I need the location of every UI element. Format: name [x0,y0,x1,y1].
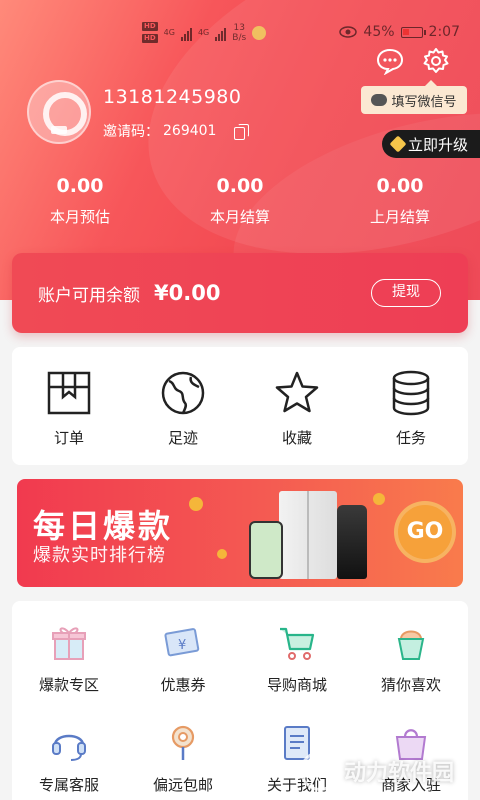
fridge-image [279,491,337,579]
copy-icon[interactable] [234,124,250,140]
service-shopping-mall[interactable]: 导购商城 [240,601,354,701]
user-phone: 13181245980 [103,86,242,108]
signal-icon [180,25,192,41]
quick-menu-label: 任务 [395,429,426,447]
watermark-logo-icon [300,751,340,791]
order-box-icon [47,371,91,415]
service-label: 偏远包邮 [152,776,213,794]
database-icon [392,370,430,416]
stat-value: 0.00 [376,175,424,197]
star-icon [275,371,319,413]
service-label: 导购商城 [266,676,327,694]
withdraw-button[interactable]: 提现 [371,279,441,307]
stat-value: 0.00 [216,175,264,197]
hd-indicators: HD HD [142,22,158,43]
notification-app-icon [252,25,267,40]
battery-percent: 45% [363,24,395,40]
service-customer-support[interactable]: 专属客服 [12,701,126,800]
stat-this-month-estimate[interactable]: 0.00 本月预估 [0,172,160,232]
banner-subtitle: 爆款实时排行榜 [33,545,166,566]
wechat-tip-label: 填写微信号 [391,94,457,110]
svg-text:¥: ¥ [178,638,186,653]
quick-menu: 订单 足迹 收藏 任务 [12,347,468,465]
service-remote-free-shipping[interactable]: 偏远包邮 [126,701,240,800]
location-pin-icon [171,725,195,760]
eye-icon [339,26,358,38]
network-type: 4G [197,28,210,37]
quick-menu-orders[interactable]: 订单 [12,347,126,465]
stat-label: 本月结算 [209,208,270,226]
quick-menu-tasks[interactable]: 任务 [354,347,468,465]
status-bar-right: 45% 2:07 [339,24,460,40]
quick-menu-label: 订单 [53,429,84,447]
headset-icon [52,734,86,761]
watermark: 动力软件园 [300,742,480,800]
coupon-icon: ¥ [164,628,200,657]
service-coupons[interactable]: ¥ 优惠券 [126,601,240,701]
signal-icon [215,25,227,41]
balance-value: ¥0.00 [154,281,221,305]
diamond-icon [389,135,407,153]
service-label: 专属客服 [38,776,99,794]
wechat-icon [371,94,388,106]
service-guess-you-like[interactable]: 猜你喜欢 [354,601,468,701]
invite-code: 269401 [163,123,217,139]
quick-menu-favorites[interactable]: 收藏 [240,347,354,465]
ice-cream-icon [397,630,425,660]
shopping-cart-icon [280,627,315,660]
wechat-tip-button[interactable]: 填写微信号 [361,80,467,114]
service-label: 猜你喜欢 [380,676,441,694]
service-label: 爆款专区 [38,676,99,694]
service-hot-zone[interactable]: 爆款专区 [12,601,126,701]
clock: 2:07 [428,24,460,40]
speed-value: 13 [233,22,245,33]
globe-icon [161,371,205,415]
invite-code-row: 邀请码： 269401 [103,121,250,141]
smartphone-image [249,521,283,579]
status-bar: HD HD 4G 4G 13 B/s 45% 2:07 [0,0,480,60]
hd-badge: HD [142,34,158,43]
daily-hot-banner[interactable]: 每日爆款 爆款实时排行榜 GO [17,479,463,587]
status-bar-left: HD HD 4G 4G 13 B/s [142,22,267,43]
watermark-text: 动力软件园 [344,761,455,786]
coin-decoration [217,549,227,559]
gift-icon [52,627,86,660]
settings-gear-icon[interactable] [422,47,450,75]
quick-menu-label: 收藏 [281,429,312,447]
stat-value: 0.00 [56,175,104,197]
coin-decoration [373,493,385,505]
blender-image [337,505,367,579]
speed-unit: B/s [232,32,247,43]
go-button[interactable]: GO [394,501,456,563]
stat-last-month-settled[interactable]: 0.00 上月结算 [320,172,480,232]
invite-label: 邀请码： [103,124,159,140]
coin-decoration [189,497,203,511]
quick-menu-footprint[interactable]: 足迹 [126,347,240,465]
message-icon[interactable] [376,47,404,75]
avatar[interactable] [27,80,91,144]
balance-label: 账户可用余额 [38,285,140,306]
hd-badge: HD [142,22,158,31]
quick-menu-label: 足迹 [167,429,198,447]
stat-label: 本月预估 [49,208,110,226]
service-label: 优惠券 [160,676,206,694]
stat-label: 上月结算 [369,208,430,226]
network-speed: 13 B/s [232,23,246,43]
upgrade-button[interactable]: 立即升级 [382,130,480,158]
battery-icon [400,26,426,38]
balance-card: 账户可用余额 ¥0.00 提现 [12,253,468,333]
network-type: 4G [163,28,175,37]
stat-this-month-settled[interactable]: 0.00 本月结算 [160,172,320,232]
earnings-stats: 0.00 本月预估 0.00 本月结算 0.00 上月结算 [0,172,480,232]
upgrade-label: 立即升级 [408,135,469,154]
